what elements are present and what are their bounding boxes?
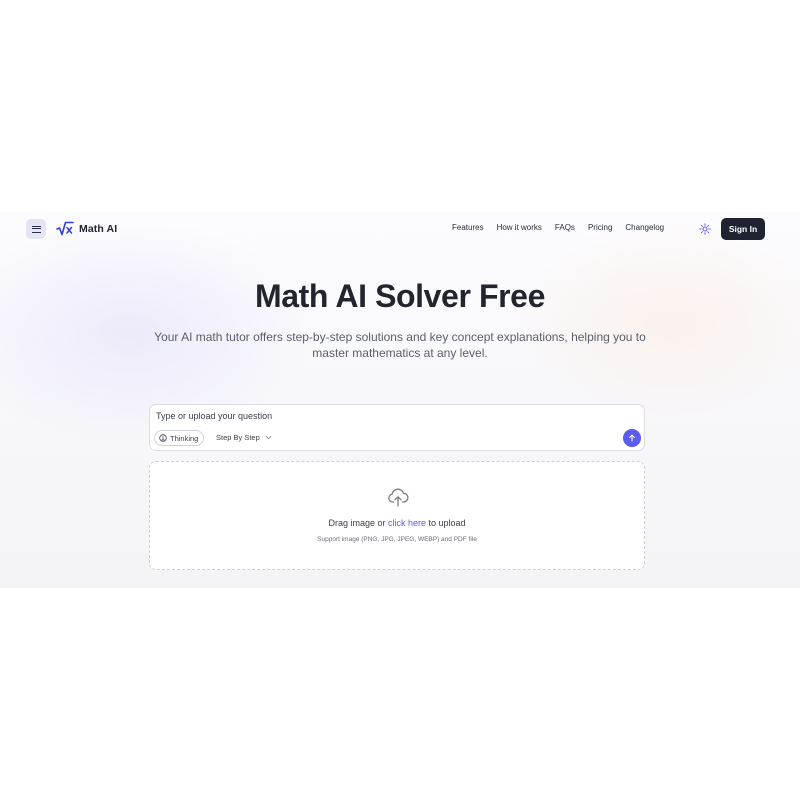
thinking-toggle[interactable]: Thinking — [154, 430, 205, 446]
nav-pricing[interactable]: Pricing — [588, 223, 612, 232]
page-title: Math AI Solver Free — [255, 278, 545, 314]
page-frame: Math AI Features How it works FAQs Prici… — [0, 212, 800, 588]
nav-features[interactable]: Features — [452, 223, 484, 232]
upload-text-after: to upload — [426, 518, 466, 528]
brand-logo[interactable]: Math AI — [56, 221, 117, 236]
arrow-up-icon — [629, 434, 635, 442]
nav-how-it-works[interactable]: How it works — [497, 223, 542, 232]
brand-name: Math AI — [79, 222, 118, 235]
upload-dropzone[interactable]: Drag image or click here to upload Suppo… — [149, 461, 645, 570]
question-box: Thinking Step By Step — [149, 404, 645, 451]
nav-faqs[interactable]: FAQs — [555, 223, 575, 232]
upload-click-here-link[interactable]: click here — [388, 518, 426, 528]
lightbulb-icon — [159, 434, 167, 442]
menu-icon — [31, 225, 41, 233]
sqrt-x-logo-icon — [56, 221, 74, 236]
upload-hint: Support image (PNG, JPG, JPEG, WEBP) and… — [317, 536, 477, 543]
chevron-down-icon — [265, 436, 272, 440]
sign-in-button[interactable]: Sign In — [721, 218, 765, 240]
menu-button[interactable] — [26, 219, 46, 239]
send-button[interactable] — [623, 429, 641, 447]
mode-select-label: Step By Step — [216, 433, 260, 442]
page-subtitle: Your AI math tutor offers step-by-step s… — [154, 330, 646, 360]
upload-instruction: Drag image or click here to upload — [150, 518, 644, 528]
upload-text-before: Drag image or — [328, 518, 388, 528]
sun-icon[interactable] — [699, 223, 711, 235]
nav-changelog[interactable]: Changelog — [625, 223, 664, 232]
mode-select[interactable]: Step By Step — [216, 433, 272, 442]
thinking-label: Thinking — [170, 433, 199, 443]
top-header: Math AI Features How it works FAQs Prici… — [0, 212, 800, 246]
main-nav: Features How it works FAQs Pricing Chang… — [452, 223, 677, 232]
cloud-upload-icon — [388, 488, 409, 507]
question-input[interactable] — [156, 409, 606, 423]
